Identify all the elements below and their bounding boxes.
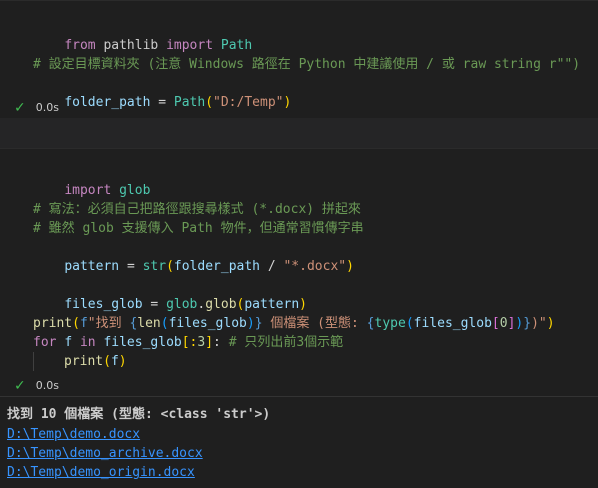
operator: / xyxy=(267,259,276,274)
paren: ( xyxy=(166,259,174,274)
cell-2-status: ✓ 0.0s xyxy=(14,376,59,396)
output-file-link[interactable]: D:\Temp\demo_origin.docx xyxy=(7,463,195,482)
paren: ) xyxy=(118,354,127,369)
code-line-import-path[interactable]: from pathlib import Path xyxy=(33,17,252,53)
operator: = xyxy=(150,297,159,312)
class-name: Path xyxy=(220,38,253,53)
bracket: ] xyxy=(205,335,214,350)
builtin-len: len xyxy=(137,316,161,331)
function-print: print xyxy=(64,354,104,369)
string-literal: "*.docx" xyxy=(283,259,347,274)
code-line-comment[interactable]: # 設定目標資料夾 (注意 Windows 路徑在 Python 中建議使用 /… xyxy=(33,55,580,74)
variable-f: f xyxy=(64,335,73,350)
paren: ) xyxy=(346,259,354,274)
colon: : xyxy=(213,335,221,350)
builtin-str: str xyxy=(142,259,167,274)
paren: ( xyxy=(205,95,214,110)
code-line-comment-2[interactable]: # 雖然 glob 支援傳入 Path 物件，但通常習慣傳字串 xyxy=(33,219,364,238)
builtin-type: type xyxy=(374,316,406,331)
check-icon: ✓ xyxy=(14,100,26,116)
brace: } xyxy=(254,316,263,331)
fstring-prefix: f xyxy=(79,316,88,331)
variable-files-glob: files_glob xyxy=(168,316,247,331)
module-glob: glob xyxy=(119,183,151,198)
output-header: 找到 10 個檔案 (型態: <class 'str'>) xyxy=(7,407,271,422)
code-line-comment-1[interactable]: # 寫法：必須自己把路徑跟搜尋樣式 (*.docx) 拼起來 xyxy=(33,200,361,219)
code-line-folder-path[interactable]: folder_path = Path("D:/Temp") xyxy=(33,74,291,110)
code-line-import-glob[interactable]: import glob xyxy=(33,162,150,198)
code-line-pattern[interactable]: pattern = str(folder_path / "*.docx") xyxy=(33,238,354,274)
variable-folder-path: folder_path xyxy=(64,95,151,110)
paren: ( xyxy=(72,316,80,331)
operator: = xyxy=(126,259,135,274)
code-cell-1[interactable]: from pathlib import Path # 設定目標資料夾 (注意 W… xyxy=(0,0,598,119)
code-cell-2[interactable]: import glob # 寫法：必須自己把路徑跟搜尋樣式 (*.docx) 拼… xyxy=(0,148,598,397)
variable-f: f xyxy=(110,354,119,369)
brace: { xyxy=(366,316,375,331)
paren: ) xyxy=(299,297,307,312)
paren: ( xyxy=(160,316,169,331)
string-literal: "找到 xyxy=(87,316,130,331)
inline-comment: # 只列出前3個示範 xyxy=(228,335,344,350)
execution-time: 0.0s xyxy=(35,379,59,392)
variable-files-glob: files_glob xyxy=(413,316,492,331)
brace: } xyxy=(523,316,532,331)
paren: ) xyxy=(283,95,292,110)
cell-output: 找到 10 個檔案 (型態: <class 'str'>) D:\Temp\de… xyxy=(0,396,598,488)
code-line-for-loop[interactable]: for f in files_glob[:3]: # 只列出前3個示範 xyxy=(33,333,343,352)
bracket: [: xyxy=(181,335,198,350)
cell-1-status: ✓ 0.0s xyxy=(14,98,59,118)
variable-pattern: pattern xyxy=(64,259,120,274)
keyword-for: for xyxy=(33,335,57,350)
paren: ) xyxy=(546,316,555,331)
number-literal: 0 xyxy=(499,316,508,331)
variable-files-glob: files_glob xyxy=(103,335,182,350)
keyword-import: import xyxy=(166,38,214,53)
variable-files-glob: files_glob xyxy=(64,297,143,312)
output-file-link[interactable]: D:\Temp\demo.docx xyxy=(7,425,140,444)
variable-pattern: pattern xyxy=(244,297,300,312)
code-line-print-f[interactable]: print(f) xyxy=(64,352,127,371)
bracket: [ xyxy=(491,316,500,331)
operator: = xyxy=(158,95,167,110)
indent-guide xyxy=(33,352,34,371)
string-literal: )" xyxy=(531,316,547,331)
class-path: Path xyxy=(173,95,206,110)
module-name: pathlib xyxy=(103,38,159,53)
code-line-files-glob[interactable]: files_glob = glob.glob(pattern) xyxy=(33,276,307,312)
string-literal: "D:/Temp" xyxy=(213,95,284,110)
output-file-link[interactable]: D:\Temp\demo_archive.docx xyxy=(7,444,203,463)
keyword-from: from xyxy=(64,38,96,53)
keyword-import: import xyxy=(64,183,112,198)
cell-separator xyxy=(0,118,598,148)
keyword-in: in xyxy=(79,335,96,350)
code-line-print-count[interactable]: print(f"找到 {len(files_glob)} 個檔案 (型態: {t… xyxy=(33,314,555,333)
paren: ( xyxy=(103,354,111,369)
module-glob: glob xyxy=(166,297,198,312)
paren: ( xyxy=(405,316,414,331)
execution-time: 0.0s xyxy=(35,101,59,114)
check-icon: ✓ xyxy=(14,378,26,394)
string-literal: 個檔案 (型態: xyxy=(262,316,367,331)
function-glob: glob xyxy=(205,297,237,312)
variable-folder-path: folder_path xyxy=(173,259,260,274)
function-print: print xyxy=(33,316,73,331)
paren: ) xyxy=(246,316,255,331)
